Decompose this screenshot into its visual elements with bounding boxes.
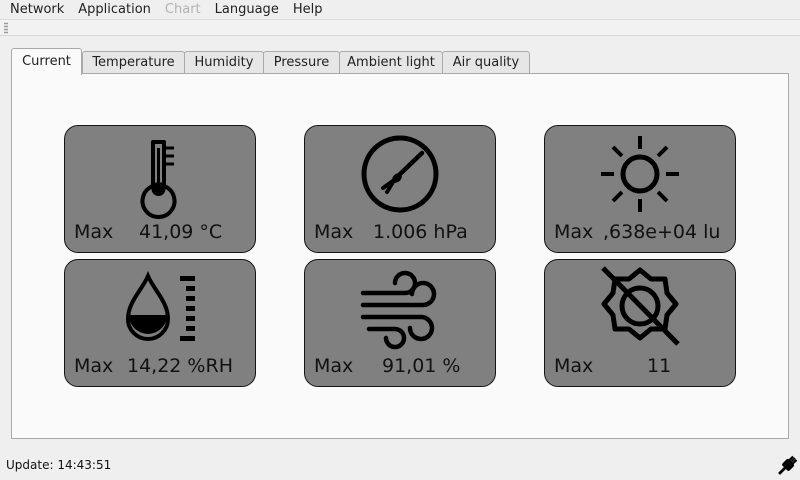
temperature-card: Max 41,09 °C <box>64 125 256 253</box>
air-quality-card: Max 91,01 % <box>304 259 496 387</box>
toolbar <box>0 20 800 36</box>
humidity-card: Max 14,22 %RH <box>64 259 256 387</box>
pressure-max-label: Max <box>314 221 354 243</box>
toolbar-handle[interactable] <box>4 22 8 34</box>
menu-chart: Chart <box>164 1 201 17</box>
menu-language[interactable]: Language <box>208 0 286 20</box>
tab-ambient-light[interactable]: Ambient light <box>339 51 443 75</box>
tab-pressure[interactable]: Pressure <box>263 51 340 75</box>
tab-humidity[interactable]: Humidity <box>184 51 264 75</box>
tab-temperature[interactable]: Temperature <box>82 51 185 75</box>
menu-bar: Network Application Chart Language Help <box>0 0 800 20</box>
tab-current[interactable]: Current <box>11 48 82 75</box>
temperature-max-label: Max <box>74 221 114 243</box>
pressure-card: Max 1.006 hPa <box>304 125 496 253</box>
plug-icon <box>778 455 798 475</box>
current-panel: Max 41,09 °C Max 1.006 hPa Max ,638e+04 … <box>11 73 789 439</box>
humidity-max-label: Max <box>74 355 114 377</box>
ambient-light-card: Max ,638e+04 lu <box>544 125 736 253</box>
ambient-light-max-label: Max <box>554 221 594 243</box>
ambient-light-max-value: ,638e+04 lu <box>603 221 721 243</box>
menu-network[interactable]: Network <box>0 0 71 20</box>
pressure-max-value: 1.006 hPa <box>373 221 468 243</box>
uv-card: Max 11 <box>544 259 736 387</box>
uv-max-value: 11 <box>647 355 672 377</box>
uv-max-label: Max <box>554 355 594 377</box>
menu-application[interactable]: Application <box>71 0 158 20</box>
temperature-max-value: 41,09 °C <box>139 221 223 243</box>
menu-help[interactable]: Help <box>286 0 330 20</box>
update-status: Update: 14:43:51 <box>6 458 112 472</box>
humidity-max-value: 14,22 %RH <box>127 355 233 377</box>
tab-air-quality[interactable]: Air quality <box>442 51 530 75</box>
air-quality-max-value: 91,01 % <box>382 355 461 377</box>
air-quality-max-label: Max <box>314 355 354 377</box>
